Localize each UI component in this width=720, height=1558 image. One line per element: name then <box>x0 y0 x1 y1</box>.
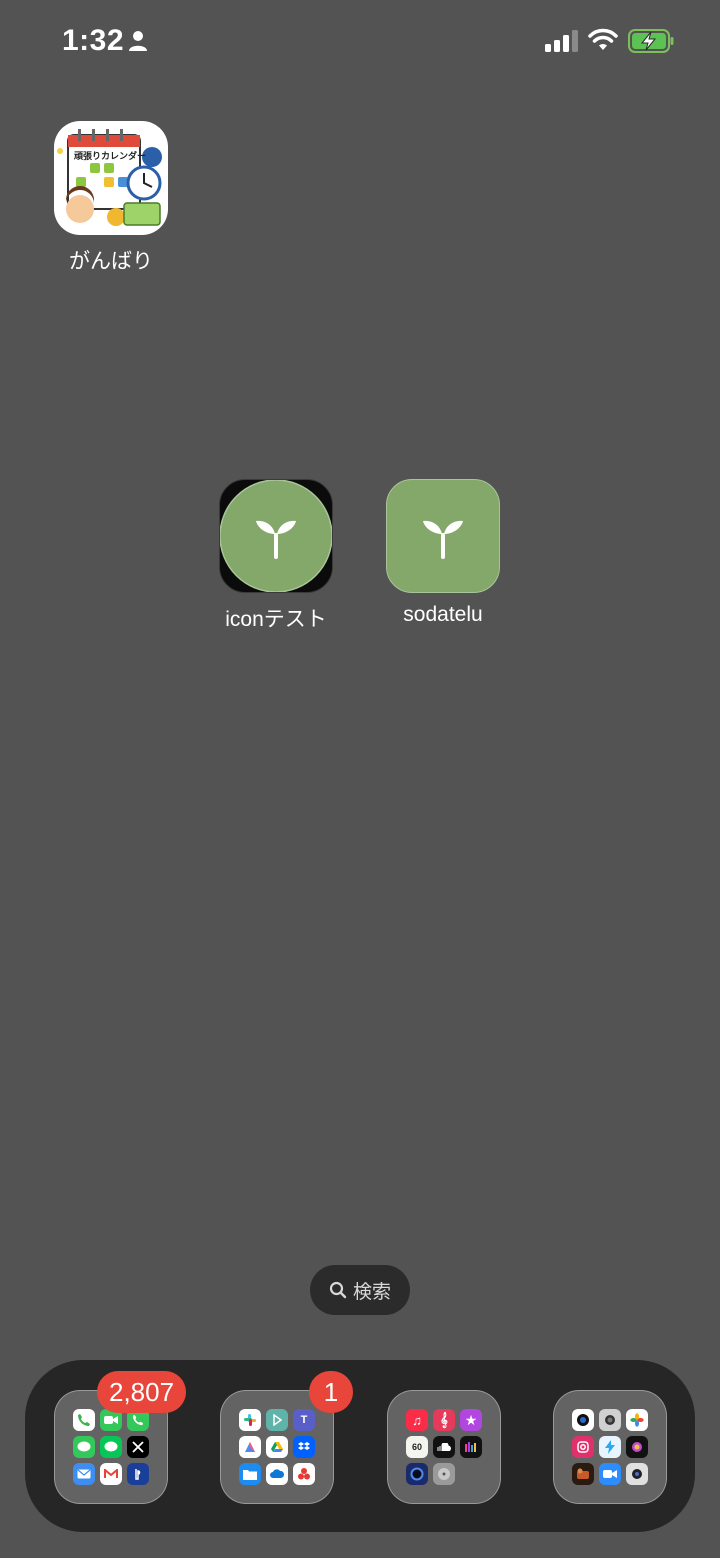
phone-icon <box>73 1409 95 1431</box>
play-icon <box>266 1409 288 1431</box>
music-icon: ♫ <box>406 1409 428 1431</box>
sprout-icon <box>422 520 463 559</box>
metronome-icon: 60 <box>406 1436 428 1458</box>
dock-folder-photo[interactable] <box>553 1390 667 1504</box>
app-icon-test[interactable]: iconテスト <box>201 479 351 633</box>
cellular-signal-icon <box>545 30 578 52</box>
wifi-icon <box>588 28 618 50</box>
person-icon <box>129 31 147 51</box>
app-ganbari[interactable]: 頑張りカレンダー がんばり <box>36 121 186 275</box>
color-icon <box>626 1436 648 1458</box>
gmail-icon <box>100 1463 122 1485</box>
x-icon <box>127 1436 149 1458</box>
notification-badge: 2,807 <box>97 1371 187 1413</box>
instagram-icon <box>572 1436 594 1458</box>
calendar-app-icon: 頑張りカレンダー <box>54 121 168 235</box>
teams-icon: T <box>293 1409 315 1431</box>
mail-icon <box>73 1463 95 1485</box>
camera-lens-icon <box>572 1409 594 1431</box>
slack-icon <box>239 1409 261 1431</box>
app-label: iconテスト <box>225 608 327 631</box>
dropbox-icon <box>293 1436 315 1458</box>
dock: 2,807 T 1 ♫ 𝄞 ★ 60 <box>25 1360 695 1532</box>
notification-badge: 1 <box>309 1371 353 1413</box>
drive-icon <box>266 1436 288 1458</box>
app-label: がんばり <box>69 250 153 273</box>
spotlight-search-button[interactable]: 検索 <box>310 1265 410 1315</box>
files-icon <box>239 1463 261 1485</box>
photos-icon <box>626 1409 648 1431</box>
search-icon <box>329 1281 347 1299</box>
bolt-icon <box>599 1436 621 1458</box>
status-time: 1:32 <box>62 24 125 57</box>
craft-icon <box>293 1463 315 1485</box>
game-icon <box>572 1463 594 1485</box>
app-label: sodatelu <box>403 603 483 626</box>
sodatelu-icon-background <box>386 479 500 593</box>
camera-icon <box>599 1409 621 1431</box>
star-icon: ★ <box>460 1409 482 1431</box>
dial-icon <box>406 1463 428 1485</box>
playstation-icon <box>127 1463 149 1485</box>
status-bar: 1:32 <box>0 0 720 80</box>
webcam-icon <box>626 1463 648 1485</box>
line-icon <box>100 1436 122 1458</box>
search-label: 検索 <box>352 1281 391 1303</box>
app-sodatelu[interactable]: sodatelu <box>368 479 518 627</box>
calendar-icon-title: 頑張りカレンダー <box>74 151 147 161</box>
dock-folder-productivity[interactable]: T 1 <box>220 1371 353 1504</box>
clef-icon: 𝄞 <box>433 1409 455 1431</box>
video-icon <box>599 1463 621 1485</box>
cloud-icon <box>266 1463 288 1485</box>
dock-folder-music[interactable]: ♫ 𝄞 ★ 60 <box>387 1390 501 1504</box>
icon-test-background <box>219 479 333 593</box>
maps-icon <box>239 1436 261 1458</box>
dock-folder-communication[interactable]: 2,807 <box>54 1371 187 1504</box>
battery-charging-icon <box>628 29 674 53</box>
messages-icon <box>73 1436 95 1458</box>
soundcloud-icon <box>433 1436 455 1458</box>
spectrum-icon <box>460 1436 482 1458</box>
disc-icon <box>433 1463 455 1485</box>
